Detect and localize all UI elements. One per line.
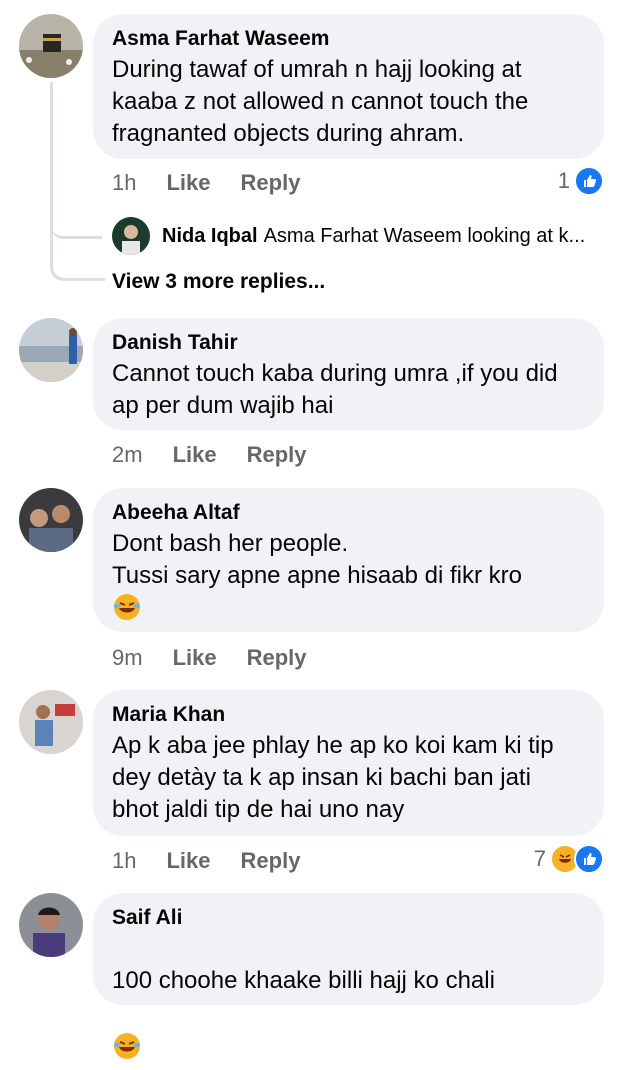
avatar[interactable] bbox=[19, 690, 83, 754]
avatar[interactable] bbox=[19, 488, 83, 552]
comment-text-line: Dont bash her people. bbox=[112, 530, 349, 557]
avatar-image-person bbox=[19, 690, 83, 754]
reaction-summary[interactable]: 1 bbox=[558, 166, 604, 196]
avatar-image bbox=[112, 217, 150, 255]
reply-thread-connector bbox=[50, 222, 102, 239]
comment-bubble: Danish Tahir Cannot touch kaba during um… bbox=[93, 318, 604, 430]
reply-preview[interactable]: Nida Iqbal Asma Farhat Waseem looking at… bbox=[112, 216, 585, 256]
avatar[interactable] bbox=[19, 318, 83, 382]
like-button[interactable]: Like bbox=[166, 848, 210, 874]
comment-author[interactable]: Abeeha Altaf bbox=[112, 500, 584, 526]
avatar[interactable] bbox=[112, 217, 150, 255]
avatar-image-group bbox=[19, 488, 83, 552]
comment-text: 100 choohe khaake billi hajj ko chali bbox=[112, 967, 495, 994]
reaction-summary[interactable]: 7 bbox=[534, 844, 604, 874]
comment-bubble: Abeeha Altaf Dont bash her people. Tussi… bbox=[93, 488, 604, 632]
comment-text: Cannot touch kaba during umra ,if you di… bbox=[112, 360, 558, 419]
comment-text-wrap: 100 choohe khaake billi hajj ko chali bbox=[112, 933, 584, 1059]
like-button[interactable]: Like bbox=[166, 170, 210, 196]
avatar-image-person bbox=[19, 893, 83, 957]
comment-bubble: Maria Khan Ap k aba jee phlay he ap ko k… bbox=[93, 690, 604, 836]
comment-actions: 2m Like Reply bbox=[112, 440, 337, 470]
avatar[interactable] bbox=[19, 893, 83, 957]
comment-author[interactable]: Danish Tahir bbox=[112, 330, 584, 356]
comment-time[interactable]: 1h bbox=[112, 170, 136, 196]
comment-text: During tawaf of umrah n hajj looking at … bbox=[112, 56, 529, 147]
comment-author[interactable]: Saif Ali bbox=[112, 905, 584, 931]
like-reaction-icon bbox=[574, 844, 604, 874]
comment-text: Ap k aba jee phlay he ap ko koi kam ki t… bbox=[112, 732, 554, 823]
reply-text: Asma Farhat Waseem looking at k... bbox=[263, 224, 586, 247]
avatar[interactable] bbox=[19, 14, 83, 78]
comment-time[interactable]: 2m bbox=[112, 442, 143, 468]
rolling-laughing-emoji bbox=[112, 592, 142, 622]
reply-button[interactable]: Reply bbox=[247, 442, 307, 468]
comment-actions: 9m Like Reply bbox=[112, 643, 337, 673]
like-reaction-icon bbox=[574, 166, 604, 196]
reply-button[interactable]: Reply bbox=[247, 645, 307, 671]
avatar-image-kaaba bbox=[19, 14, 83, 78]
comment-time[interactable]: 1h bbox=[112, 848, 136, 874]
rolling-laughing-emoji bbox=[112, 999, 142, 1059]
reaction-count: 1 bbox=[557, 168, 570, 193]
view-more-replies-link[interactable]: View 3 more replies... bbox=[112, 270, 325, 294]
comment-actions: 1h Like Reply bbox=[112, 168, 330, 198]
comment-author[interactable]: Maria Khan bbox=[112, 702, 584, 728]
reply-button[interactable]: Reply bbox=[241, 848, 301, 874]
avatar-image-seaside bbox=[19, 318, 83, 382]
reaction-count: 7 bbox=[533, 846, 546, 871]
comment-author[interactable]: Asma Farhat Waseem bbox=[112, 26, 584, 52]
reply-button[interactable]: Reply bbox=[241, 170, 301, 196]
comment-bubble: Asma Farhat Waseem During tawaf of umrah… bbox=[93, 14, 604, 159]
comment-actions: 1h Like Reply bbox=[112, 846, 330, 876]
comment-bubble: Saif Ali 100 choohe khaake billi hajj ko… bbox=[93, 893, 604, 1059]
comment-time[interactable]: 9m bbox=[112, 645, 143, 671]
like-button[interactable]: Like bbox=[173, 645, 217, 671]
reply-author[interactable]: Nida Iqbal bbox=[162, 225, 258, 248]
comment-text-line: Tussi sary apne apne hisaab di fikr kro bbox=[112, 562, 522, 589]
like-button[interactable]: Like bbox=[173, 442, 217, 468]
